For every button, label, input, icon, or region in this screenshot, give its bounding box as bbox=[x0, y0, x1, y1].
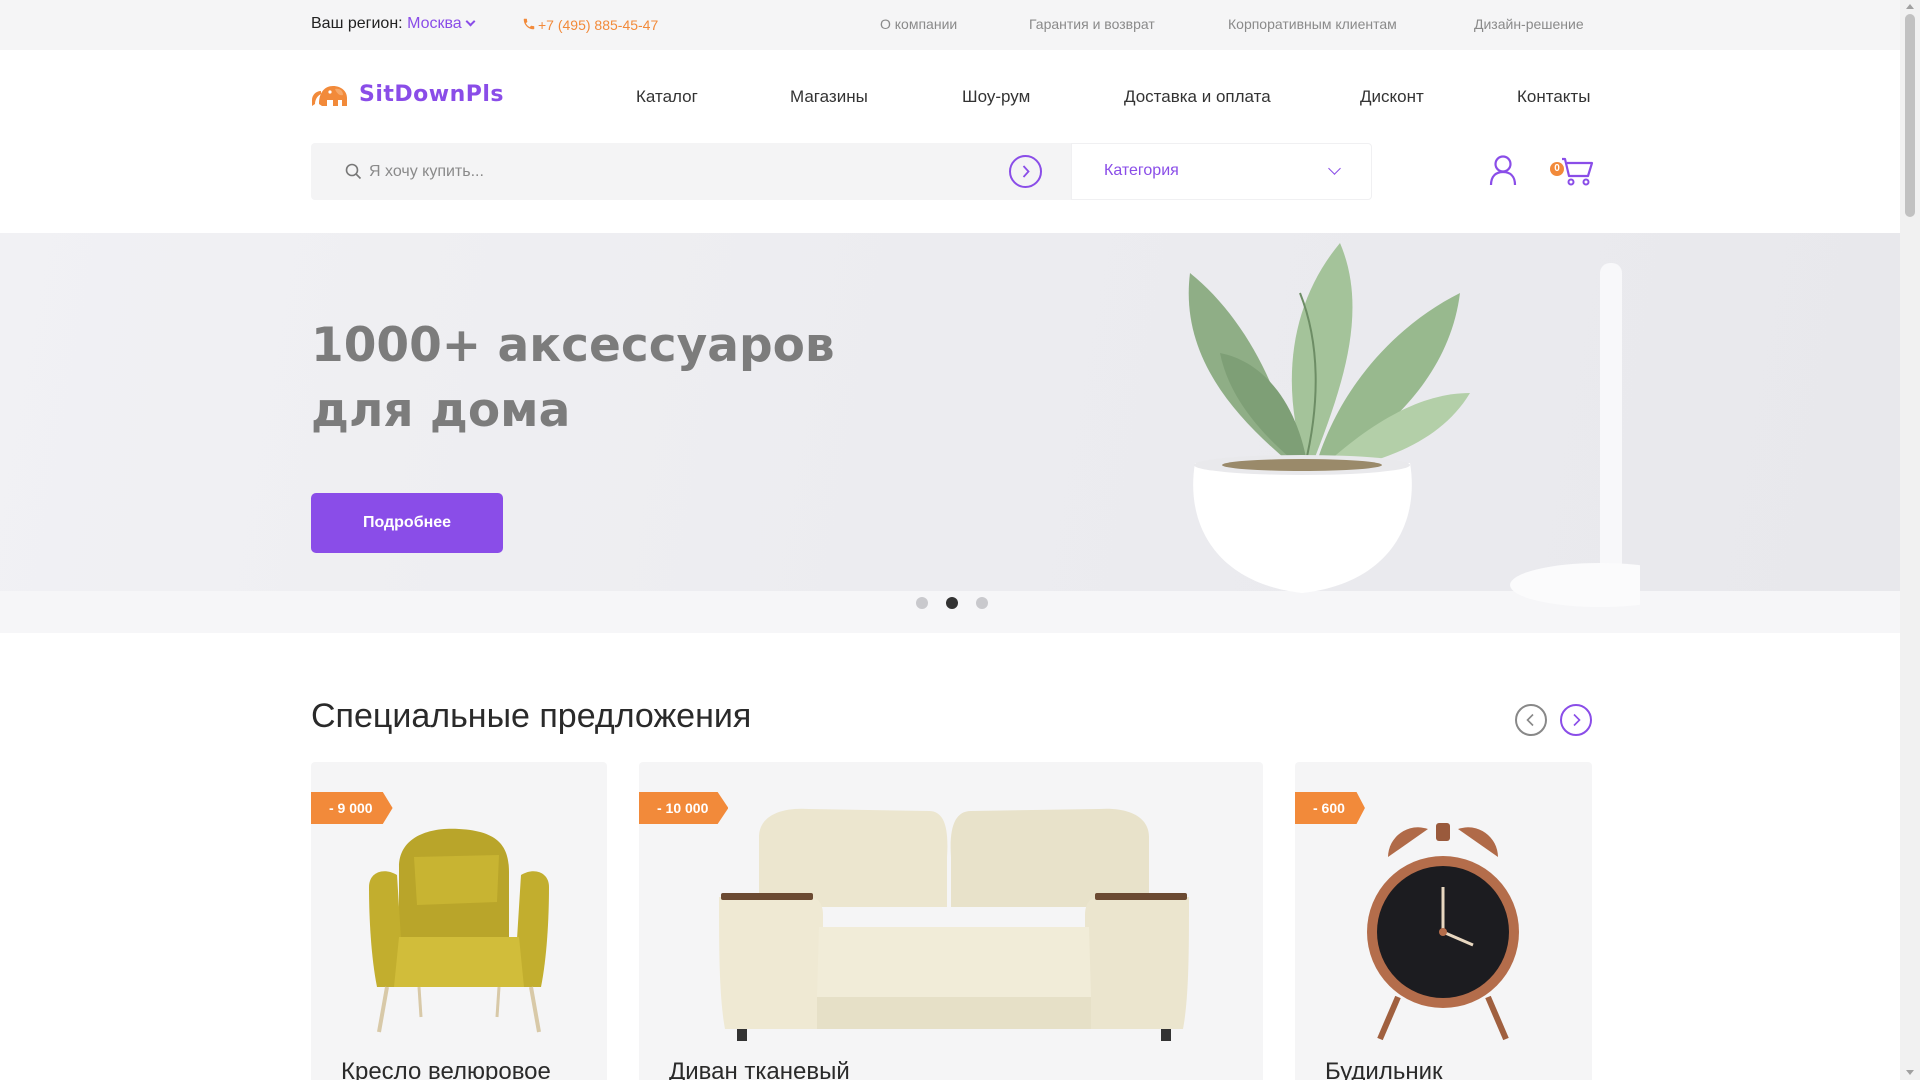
region-city[interactable]: Москва bbox=[407, 15, 462, 32]
search-bar bbox=[311, 143, 1071, 200]
chevron-down-icon bbox=[1328, 162, 1341, 175]
slider-dot-2-active[interactable] bbox=[946, 597, 958, 609]
corporate-link[interactable]: Корпоративным клиентам bbox=[1228, 16, 1397, 32]
nav-stores[interactable]: Магазины bbox=[790, 87, 868, 107]
search-icon bbox=[345, 163, 362, 180]
warranty-link[interactable]: Гарантия и возврат bbox=[1029, 16, 1155, 32]
top-bar: Ваш регион: Москва +7 (495) 885-45-47 О … bbox=[0, 0, 1900, 50]
nav-delivery[interactable]: Доставка и оплата bbox=[1124, 87, 1271, 107]
design-link[interactable]: Дизайн-решение bbox=[1474, 16, 1584, 32]
carousel-next-button[interactable] bbox=[1560, 704, 1592, 736]
hero-title-line-1: 1000+ аксессуаров bbox=[311, 318, 835, 373]
more-button[interactable]: Подробнее bbox=[311, 493, 503, 553]
phone-icon bbox=[523, 18, 535, 30]
product-card-sofa[interactable]: - 10 000 Диван тканевый bbox=[639, 762, 1263, 1080]
about-link[interactable]: О компании bbox=[880, 16, 957, 32]
category-select[interactable]: Категория bbox=[1071, 143, 1372, 200]
nav-showroom[interactable]: Шоу-рум bbox=[962, 87, 1030, 107]
cart-button[interactable]: 0 bbox=[1550, 154, 1594, 188]
chevron-right-icon bbox=[1022, 165, 1030, 178]
sofa-icon bbox=[719, 808, 1189, 1041]
phone-link[interactable]: +7 (495) 885-45-47 bbox=[522, 16, 658, 33]
nav-discount[interactable]: Дисконт bbox=[1360, 87, 1424, 107]
page-scrollbar[interactable] bbox=[1900, 0, 1920, 1080]
discount-badge: - 10 000 bbox=[639, 792, 729, 824]
search-input[interactable] bbox=[369, 161, 1009, 183]
scroll-up-arrow[interactable] bbox=[1906, 4, 1914, 9]
slider-dot-1[interactable] bbox=[916, 597, 928, 609]
alarm-clock-icon bbox=[1367, 823, 1519, 1041]
armchair-icon bbox=[369, 828, 549, 1033]
chevron-down-icon[interactable] bbox=[465, 16, 476, 27]
region-selector[interactable]: Ваш регион: Москва bbox=[311, 15, 476, 33]
header: SitDownPls Каталог Магазины Шоу-рум Дост… bbox=[0, 50, 1900, 233]
hero-banner: 1000+ аксессуаров для дома Подробнее bbox=[0, 233, 1900, 633]
product-name[interactable]: Кресло велюровое bbox=[341, 1058, 551, 1080]
cart-count-badge: 0 bbox=[1550, 162, 1564, 176]
chevron-right-icon bbox=[1573, 713, 1581, 727]
logo-text: SitDownPls bbox=[359, 82, 505, 107]
product-card-armchair[interactable]: - 9 000 Кресло велюровое bbox=[311, 762, 607, 1080]
product-name[interactable]: Будильник bbox=[1325, 1058, 1443, 1080]
search-submit-button[interactable] bbox=[1009, 155, 1042, 188]
nav-contacts[interactable]: Контакты bbox=[1517, 87, 1590, 107]
chevron-left-icon bbox=[1526, 713, 1534, 727]
category-label: Категория bbox=[1104, 162, 1179, 179]
slider-dot-3[interactable] bbox=[976, 597, 988, 609]
user-icon[interactable] bbox=[1489, 154, 1517, 186]
product-card-clock[interactable]: - 600 Будильник bbox=[1295, 762, 1592, 1080]
elephant-logo-icon bbox=[312, 86, 347, 106]
hero-title: 1000+ аксессуаров для дома bbox=[311, 313, 835, 443]
scrollbar-thumb[interactable] bbox=[1905, 14, 1915, 217]
discount-badge: - 600 bbox=[1295, 792, 1365, 824]
scroll-down-arrow[interactable] bbox=[1906, 1070, 1914, 1075]
region-label: Ваш регион: bbox=[311, 15, 403, 32]
section-title: Специальные предложения bbox=[311, 697, 752, 735]
product-name[interactable]: Диван тканевый bbox=[669, 1058, 850, 1080]
hero-title-line-2: для дома bbox=[311, 383, 571, 438]
phone-number[interactable]: +7 (495) 885-45-47 bbox=[538, 17, 658, 33]
nav-catalog[interactable]: Каталог bbox=[636, 87, 698, 107]
discount-badge: - 9 000 bbox=[311, 792, 393, 824]
carousel-prev-button[interactable] bbox=[1515, 704, 1547, 736]
plant-image bbox=[1188, 243, 1640, 607]
